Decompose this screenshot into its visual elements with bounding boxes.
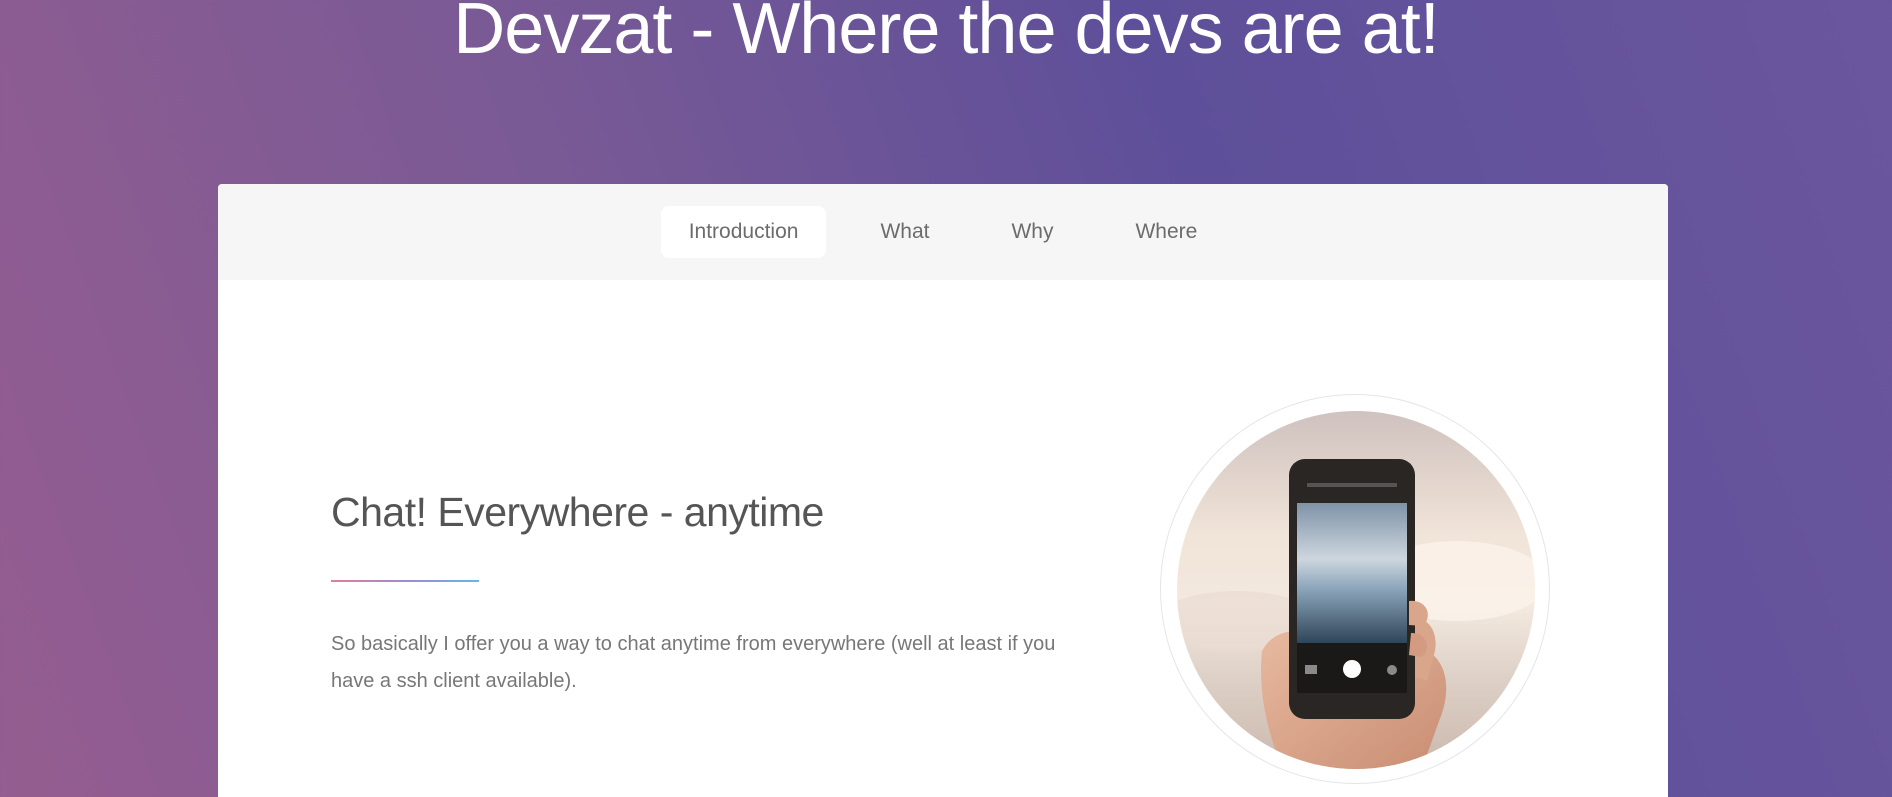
intro-image-frame	[1160, 394, 1550, 784]
content-card: Introduction What Why Where Chat! Everyw…	[218, 184, 1668, 797]
site-title: Devzat - Where the devs are at!	[453, 0, 1439, 69]
tab-where[interactable]: Where	[1107, 206, 1225, 258]
intro-text: So basically I offer you a way to chat a…	[331, 633, 1056, 692]
section-nav: Introduction What Why Where	[218, 184, 1668, 280]
tab-introduction[interactable]: Introduction	[660, 206, 827, 258]
phone-photo-image	[1177, 411, 1535, 769]
heading-divider	[331, 580, 479, 582]
tab-why[interactable]: Why	[983, 206, 1081, 258]
intro-heading: Chat! Everywhere - anytime	[331, 489, 824, 535]
tab-what[interactable]: What	[852, 206, 957, 258]
